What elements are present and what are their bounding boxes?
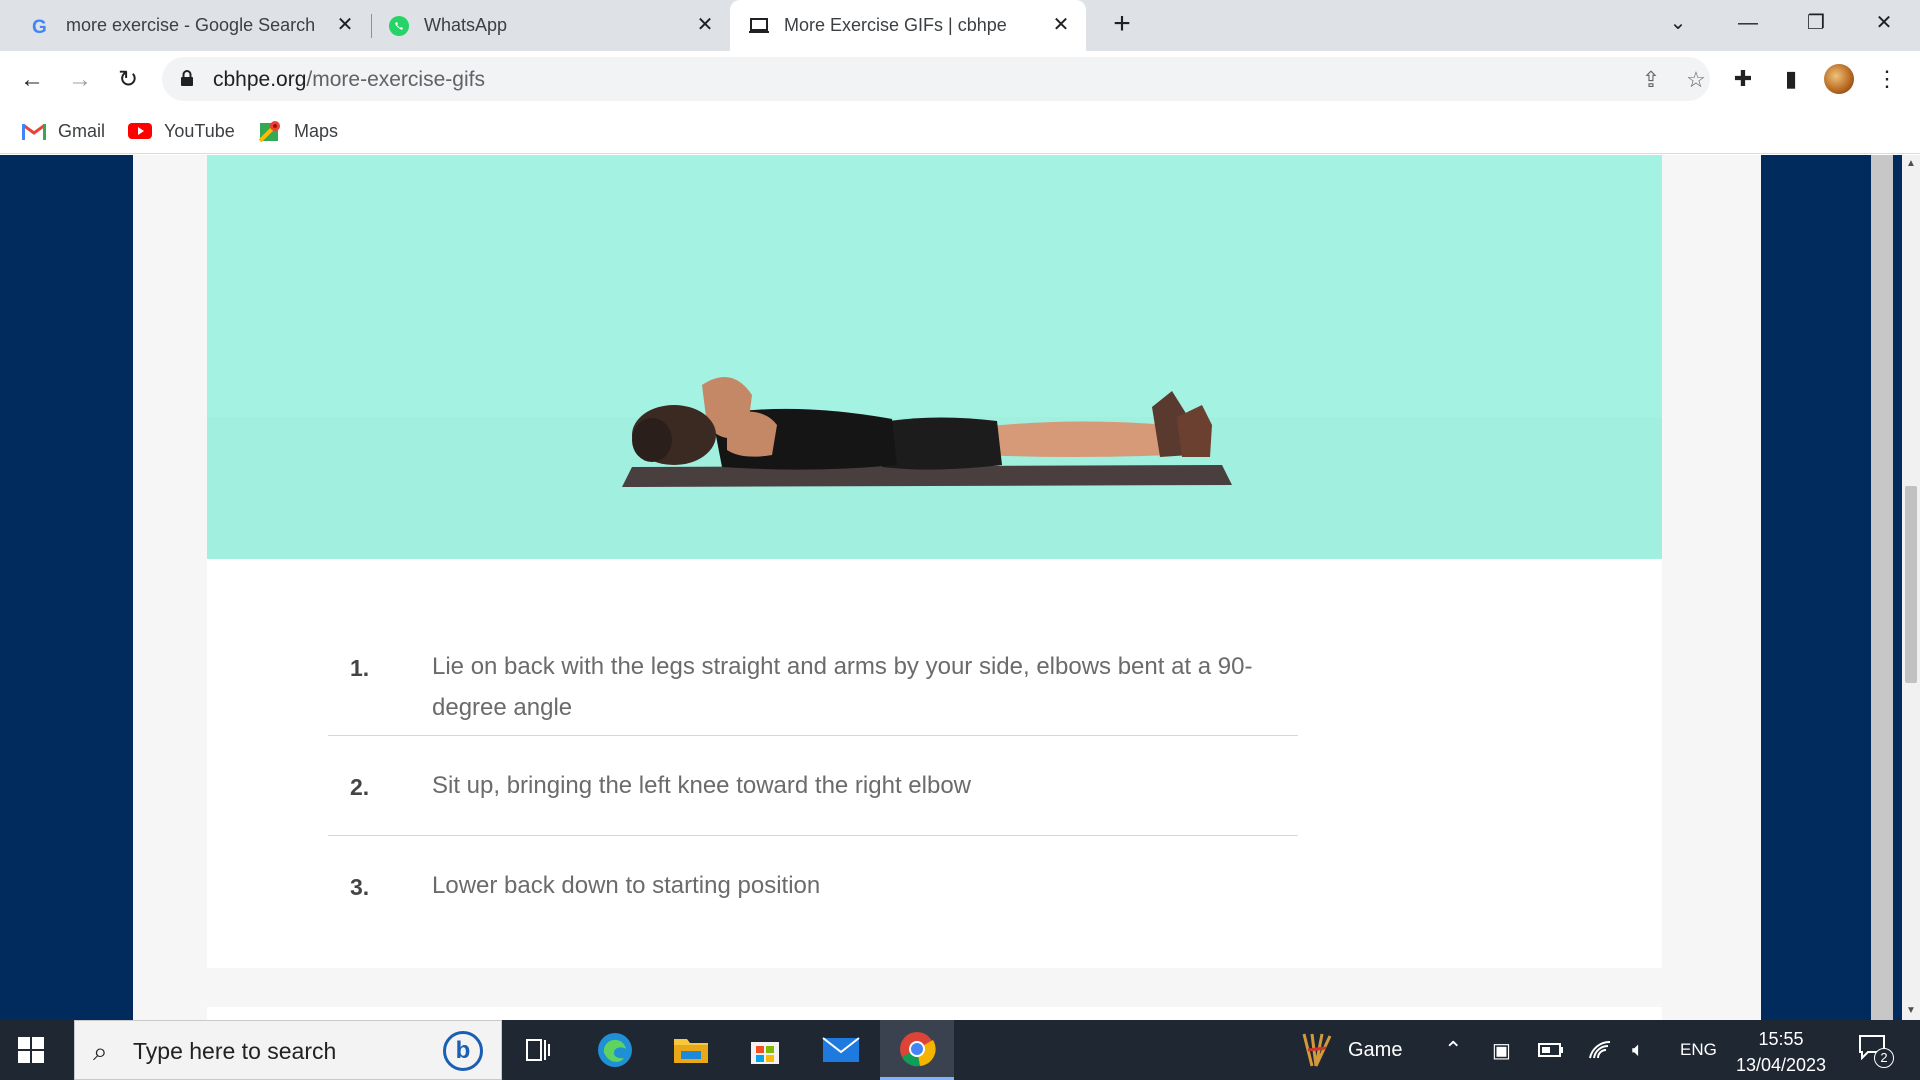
bookmark-label: YouTube: [164, 120, 235, 141]
youtube-icon: [128, 121, 152, 141]
tab-search-icon[interactable]: ⌄: [1650, 8, 1706, 38]
volume-icon[interactable]: 🔈︎: [1632, 1020, 1644, 1080]
show-hidden-icons[interactable]: ⌃: [1444, 1020, 1462, 1080]
page-viewport: 1. Lie on back with the legs straight an…: [0, 155, 1902, 1020]
address-bar[interactable]: cbhpe.org/more-exercise-gifs ⇪ ☆: [162, 57, 1710, 101]
scroll-down-icon[interactable]: ▼: [1902, 1002, 1920, 1020]
language-indicator[interactable]: ENG: [1680, 1020, 1717, 1080]
step-text: Sit up, bringing the left knee toward th…: [432, 772, 971, 799]
step-list: 1. Lie on back with the legs straight an…: [328, 634, 1298, 936]
tab-whatsapp[interactable]: WhatsApp ✕: [372, 0, 730, 51]
next-card: [207, 1007, 1662, 1020]
scrollbar-thumb[interactable]: [1905, 486, 1917, 683]
bookmark-gmail[interactable]: Gmail: [22, 116, 105, 146]
wifi-icon[interactable]: [1588, 1020, 1612, 1080]
whatsapp-icon: [388, 15, 410, 37]
game-icon: [1302, 1033, 1332, 1067]
close-window-button[interactable]: ✕: [1856, 8, 1912, 38]
share-icon[interactable]: ⇪: [1638, 67, 1664, 93]
file-explorer-icon[interactable]: [654, 1020, 728, 1080]
microsoft-store-icon[interactable]: [728, 1020, 802, 1080]
man-lying-on-mat-illustration: [622, 377, 1232, 487]
svg-text:G: G: [32, 17, 47, 37]
list-item: 3. Lower back down to starting position: [328, 836, 1298, 936]
reload-button[interactable]: ↻: [112, 64, 144, 96]
chrome-icon[interactable]: [880, 1020, 954, 1080]
notifications-icon[interactable]: 2: [1858, 1034, 1894, 1068]
maps-icon: [258, 121, 282, 142]
close-tab-icon[interactable]: ✕: [334, 14, 356, 36]
page-scrollbar[interactable]: ▲ ▼: [1902, 155, 1920, 1020]
bookmark-star-icon[interactable]: ☆: [1683, 67, 1709, 93]
tab-google-search[interactable]: G more exercise - Google Search ✕: [0, 0, 370, 51]
bing-icon[interactable]: b: [443, 1031, 483, 1071]
step-text: Lie on back with the legs straight and a…: [432, 653, 1253, 721]
tab-title: more exercise - Google Search: [66, 15, 316, 35]
extensions-icon[interactable]: ✚: [1728, 64, 1758, 94]
step-number: 3.: [350, 874, 370, 900]
forward-button[interactable]: →: [64, 64, 96, 96]
page-body: 1. Lie on back with the legs straight an…: [133, 155, 1893, 1020]
new-tab-button[interactable]: +: [1107, 9, 1137, 40]
step-number: 1.: [350, 655, 370, 681]
windows-taskbar: ⌕ Type here to search b Game ⌃ ▣ 🔈︎ ENG …: [0, 1020, 1920, 1080]
bookmark-label: Maps: [294, 120, 339, 141]
inner-scrollbar[interactable]: [1871, 155, 1893, 1020]
restore-button[interactable]: ❐: [1788, 8, 1844, 38]
bookmark-maps[interactable]: Maps: [258, 116, 338, 146]
windows-start-icon[interactable]: [18, 1037, 44, 1063]
list-item: 1. Lie on back with the legs straight an…: [328, 634, 1298, 736]
step-number: 2.: [350, 774, 370, 800]
browser-toolbar: ← → ↻ cbhpe.org/more-exercise-gifs ⇪ ☆ ✚…: [0, 51, 1920, 108]
back-button[interactable]: ←: [16, 64, 48, 96]
game-label: Game: [1348, 1038, 1403, 1061]
edge-icon[interactable]: [578, 1020, 652, 1080]
task-view-icon[interactable]: [502, 1020, 576, 1080]
gmail-icon: [22, 121, 46, 141]
profile-avatar[interactable]: [1824, 64, 1854, 94]
laptop-icon: [748, 15, 770, 37]
step-text: Lower back down to starting position: [432, 872, 821, 899]
bookmark-label: Gmail: [58, 120, 106, 141]
taskbar-search-input[interactable]: ⌕ Type here to search b: [74, 1020, 502, 1080]
clock-time: 15:55: [1758, 1029, 1804, 1049]
search-placeholder: Type here to search: [133, 1038, 337, 1064]
tab-title: WhatsApp: [424, 15, 508, 35]
clock-date: 13/04/2023: [1735, 1055, 1827, 1075]
game-widget[interactable]: Game: [1296, 1020, 1402, 1080]
tab-strip: G more exercise - Google Search ✕ WhatsA…: [0, 0, 1920, 51]
search-icon: ⌕: [93, 1036, 108, 1066]
bookmark-youtube[interactable]: YouTube: [128, 116, 235, 146]
menu-icon[interactable]: ⋮: [1872, 64, 1902, 94]
url-text: cbhpe.org/more-exercise-gifs: [213, 68, 485, 91]
exercise-card: 1. Lie on back with the legs straight an…: [207, 155, 1662, 968]
lock-icon: [181, 70, 193, 86]
tab-title: More Exercise GIFs | cbhpe: [784, 15, 1007, 35]
notification-count: 2: [1874, 1048, 1894, 1068]
tab-more-exercise-gifs[interactable]: More Exercise GIFs | cbhpe ✕: [730, 0, 1086, 51]
list-item: 2. Sit up, bringing the left knee toward…: [328, 736, 1298, 836]
bookmarks-bar: Gmail YouTube Maps: [0, 108, 1920, 154]
clock[interactable]: 15:55 13/04/2023: [1726, 1026, 1836, 1078]
close-tab-icon[interactable]: ✕: [1050, 14, 1072, 36]
scroll-up-icon[interactable]: ▲: [1902, 155, 1920, 173]
exercise-gif: [207, 155, 1662, 559]
google-icon: G: [30, 15, 52, 37]
battery-icon[interactable]: [1538, 1020, 1564, 1080]
mail-icon[interactable]: [804, 1020, 878, 1080]
close-tab-icon[interactable]: ✕: [694, 14, 716, 36]
minimize-button[interactable]: —: [1720, 8, 1776, 38]
meet-icon[interactable]: ▣: [1492, 1020, 1511, 1080]
side-panel-icon[interactable]: ▮: [1776, 64, 1806, 94]
